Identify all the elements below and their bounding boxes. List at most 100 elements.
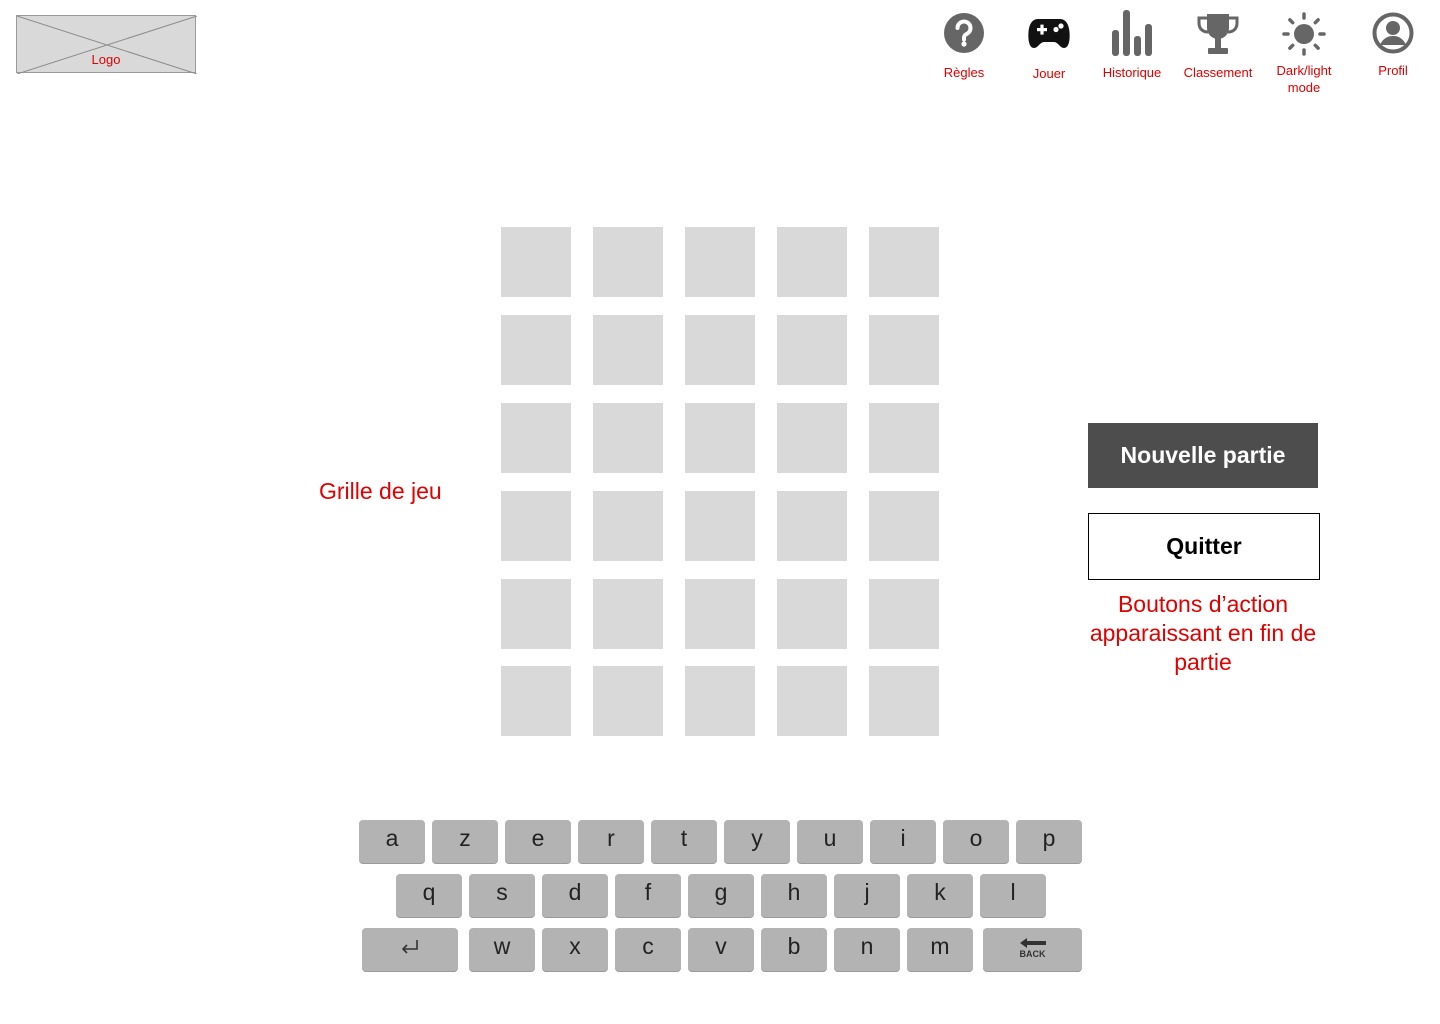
key-label: s xyxy=(496,879,508,905)
grid-cell xyxy=(869,491,939,561)
key-f[interactable]: f xyxy=(615,874,681,917)
key-label: w xyxy=(493,933,511,959)
grid-cell xyxy=(685,403,755,473)
nav-label: Jouer xyxy=(1032,66,1066,81)
key-label: g xyxy=(714,879,728,905)
key-y[interactable]: y xyxy=(724,820,790,863)
help-icon xyxy=(944,13,984,53)
nav-historique[interactable]: Historique xyxy=(1094,0,1170,100)
key-label: h xyxy=(787,879,801,905)
nav-label: Dark/light mode xyxy=(1276,63,1332,95)
logo-label: Logo xyxy=(91,52,121,67)
nav-profil[interactable]: Profil xyxy=(1356,0,1430,100)
grid-cell xyxy=(869,403,939,473)
backspace-label: BACK xyxy=(1019,949,1046,959)
key-i[interactable]: i xyxy=(870,820,936,863)
key-label: y xyxy=(751,825,763,851)
nav-jouer[interactable]: Jouer xyxy=(1010,0,1088,100)
trophy-icon xyxy=(1197,14,1239,54)
backspace-key[interactable]: BACK xyxy=(983,928,1082,971)
new-game-button[interactable]: Nouvelle partie xyxy=(1088,423,1318,488)
key-c[interactable]: c xyxy=(615,928,681,971)
key-o[interactable]: o xyxy=(943,820,1009,863)
nav-label: Classement xyxy=(1183,65,1253,80)
grid-cell xyxy=(777,315,847,385)
nav-label: Profil xyxy=(1378,63,1408,78)
key-label: i xyxy=(900,825,906,851)
key-j[interactable]: j xyxy=(834,874,900,917)
grid-annotation: Grille de jeu xyxy=(319,478,442,504)
key-x[interactable]: x xyxy=(542,928,608,971)
grid-cell xyxy=(593,227,663,297)
key-label: u xyxy=(823,825,837,851)
enter-key[interactable] xyxy=(362,928,458,971)
key-label: n xyxy=(860,933,874,959)
key-label: f xyxy=(644,879,652,905)
grid-cell xyxy=(777,227,847,297)
key-label: m xyxy=(930,933,950,959)
gamepad-icon xyxy=(1028,19,1070,48)
key-label: b xyxy=(787,933,801,959)
key-label: c xyxy=(642,933,654,959)
nav-label: Règles xyxy=(943,65,985,80)
key-label: v xyxy=(715,933,727,959)
nav-classement[interactable]: Classement xyxy=(1176,0,1260,100)
key-label: a xyxy=(385,825,399,851)
logo-placeholder: Logo xyxy=(16,15,197,74)
actions-annotation: Boutons d’action apparaissant en fin de … xyxy=(1089,591,1317,675)
grid-cell xyxy=(501,403,571,473)
key-d[interactable]: d xyxy=(542,874,608,917)
key-t[interactable]: t xyxy=(651,820,717,863)
key-m[interactable]: m xyxy=(907,928,973,971)
key-r[interactable]: r xyxy=(578,820,644,863)
grid-cell xyxy=(593,666,663,736)
sun-icon xyxy=(1282,12,1326,56)
grid-cell xyxy=(685,491,755,561)
grid-cell xyxy=(869,579,939,649)
nav-regles[interactable]: Règles xyxy=(924,0,1004,100)
grid-cell xyxy=(869,315,939,385)
key-v[interactable]: v xyxy=(688,928,754,971)
key-label: r xyxy=(607,825,615,851)
key-q[interactable]: q xyxy=(396,874,462,917)
key-w[interactable]: w xyxy=(469,928,535,971)
key-e[interactable]: e xyxy=(505,820,571,863)
nav-dark-light-mode[interactable]: Dark/light mode xyxy=(1266,0,1342,100)
key-label: t xyxy=(680,825,688,851)
key-label: d xyxy=(568,879,582,905)
key-n[interactable]: n xyxy=(834,928,900,971)
bar-chart-icon xyxy=(1112,10,1152,56)
key-label: l xyxy=(1010,879,1016,905)
key-a[interactable]: a xyxy=(359,820,425,863)
key-z[interactable]: z xyxy=(432,820,498,863)
key-u[interactable]: u xyxy=(797,820,863,863)
key-h[interactable]: h xyxy=(761,874,827,917)
quit-button[interactable]: Quitter xyxy=(1088,513,1320,580)
key-label: j xyxy=(864,879,870,905)
grid-cell xyxy=(593,491,663,561)
grid-cell xyxy=(869,227,939,297)
grid-cell xyxy=(501,579,571,649)
key-label: k xyxy=(934,879,946,905)
key-b[interactable]: b xyxy=(761,928,827,971)
key-label: p xyxy=(1042,825,1056,851)
grid-cell xyxy=(501,666,571,736)
grid-cell xyxy=(777,491,847,561)
grid-cell xyxy=(501,227,571,297)
key-s[interactable]: s xyxy=(469,874,535,917)
backspace-arrow-icon xyxy=(1019,938,1046,948)
grid-cell xyxy=(501,491,571,561)
key-label: x xyxy=(569,933,581,959)
key-l[interactable]: l xyxy=(980,874,1046,917)
grid-cell xyxy=(869,666,939,736)
key-k[interactable]: k xyxy=(907,874,973,917)
key-label: e xyxy=(531,825,545,851)
key-label: o xyxy=(969,825,983,851)
grid-cell xyxy=(777,666,847,736)
key-g[interactable]: g xyxy=(688,874,754,917)
key-p[interactable]: p xyxy=(1016,820,1082,863)
key-label: z xyxy=(459,825,471,851)
grid-cell xyxy=(501,315,571,385)
grid-cell xyxy=(777,403,847,473)
grid-cell xyxy=(777,579,847,649)
